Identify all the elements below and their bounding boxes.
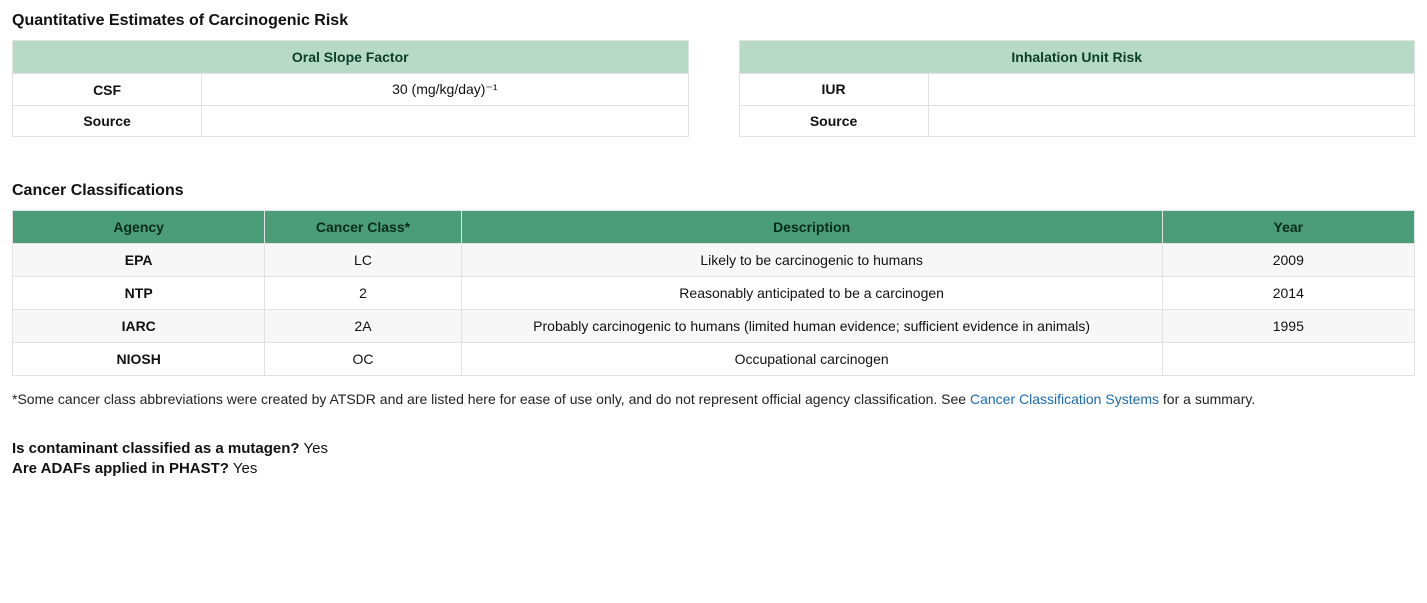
col-cancer-class: Cancer Class* [265, 211, 461, 244]
cell-class: LC [265, 244, 461, 277]
cell-year: 1995 [1162, 310, 1414, 343]
col-agency: Agency [13, 211, 265, 244]
oral-header: Oral Slope Factor [13, 41, 689, 74]
cell-class: OC [265, 343, 461, 376]
cancer-classifications-table: Agency Cancer Class* Description Year EP… [12, 210, 1415, 376]
table-row: CSF 30 (mg/kg/day)⁻¹ [13, 74, 689, 106]
footnote-post: for a summary. [1159, 391, 1255, 407]
cell-agency: EPA [13, 244, 265, 277]
adaf-question-label: Are ADAFs applied in PHAST? [12, 460, 229, 477]
col-year: Year [1162, 211, 1414, 244]
inhal-iur-value [928, 74, 1414, 106]
table-row: IARC 2A Probably carcinogenic to humans … [13, 310, 1415, 343]
footnote-pre: *Some cancer class abbreviations were cr… [12, 391, 970, 407]
risk-tables-row: Oral Slope Factor CSF 30 (mg/kg/day)⁻¹ S… [12, 40, 1415, 137]
cell-desc: Occupational carcinogen [461, 343, 1162, 376]
inhal-source-label: Source [739, 105, 928, 137]
table-row: Source [13, 106, 689, 137]
cell-agency: IARC [13, 310, 265, 343]
oral-slope-factor-table: Oral Slope Factor CSF 30 (mg/kg/day)⁻¹ S… [12, 40, 689, 137]
inhal-header: Inhalation Unit Risk [739, 41, 1415, 74]
col-description: Description [461, 211, 1162, 244]
cell-desc: Likely to be carcinogenic to humans [461, 244, 1162, 277]
cell-year [1162, 343, 1414, 376]
cell-agency: NIOSH [13, 343, 265, 376]
mutagen-question-label: Is contaminant classified as a mutagen? [12, 440, 300, 457]
cell-year: 2009 [1162, 244, 1414, 277]
oral-source-value [202, 106, 688, 137]
cell-desc: Reasonably anticipated to be a carcinoge… [461, 277, 1162, 310]
cell-class: 2 [265, 277, 461, 310]
oral-csf-value: 30 (mg/kg/day)⁻¹ [202, 74, 688, 106]
inhalation-unit-risk-table: Inhalation Unit Risk IUR Source [739, 40, 1416, 137]
inhal-source-value [928, 105, 1414, 137]
section-title-classifications: Cancer Classifications [12, 182, 1415, 200]
cell-class: 2A [265, 310, 461, 343]
oral-source-label: Source [13, 106, 202, 137]
cell-agency: NTP [13, 277, 265, 310]
cancer-classification-systems-link[interactable]: Cancer Classification Systems [970, 391, 1159, 407]
oral-csf-label: CSF [13, 74, 202, 106]
table-row: IUR [739, 74, 1415, 106]
table-row: EPA LC Likely to be carcinogenic to huma… [13, 244, 1415, 277]
inhal-iur-label: IUR [739, 74, 928, 106]
cell-desc: Probably carcinogenic to humans (limited… [461, 310, 1162, 343]
table-row: NTP 2 Reasonably anticipated to be a car… [13, 277, 1415, 310]
table-row: Source [739, 105, 1415, 137]
mutagen-answer: Yes [304, 440, 328, 457]
adaf-answer: Yes [233, 460, 257, 477]
section-title-risk: Quantitative Estimates of Carcinogenic R… [12, 12, 1415, 30]
adaf-question: Are ADAFs applied in PHAST? Yes [12, 460, 1415, 477]
footnote: *Some cancer class abbreviations were cr… [12, 390, 1415, 410]
table-row: NIOSH OC Occupational carcinogen [13, 343, 1415, 376]
mutagen-question: Is contaminant classified as a mutagen? … [12, 440, 1415, 457]
cell-year: 2014 [1162, 277, 1414, 310]
